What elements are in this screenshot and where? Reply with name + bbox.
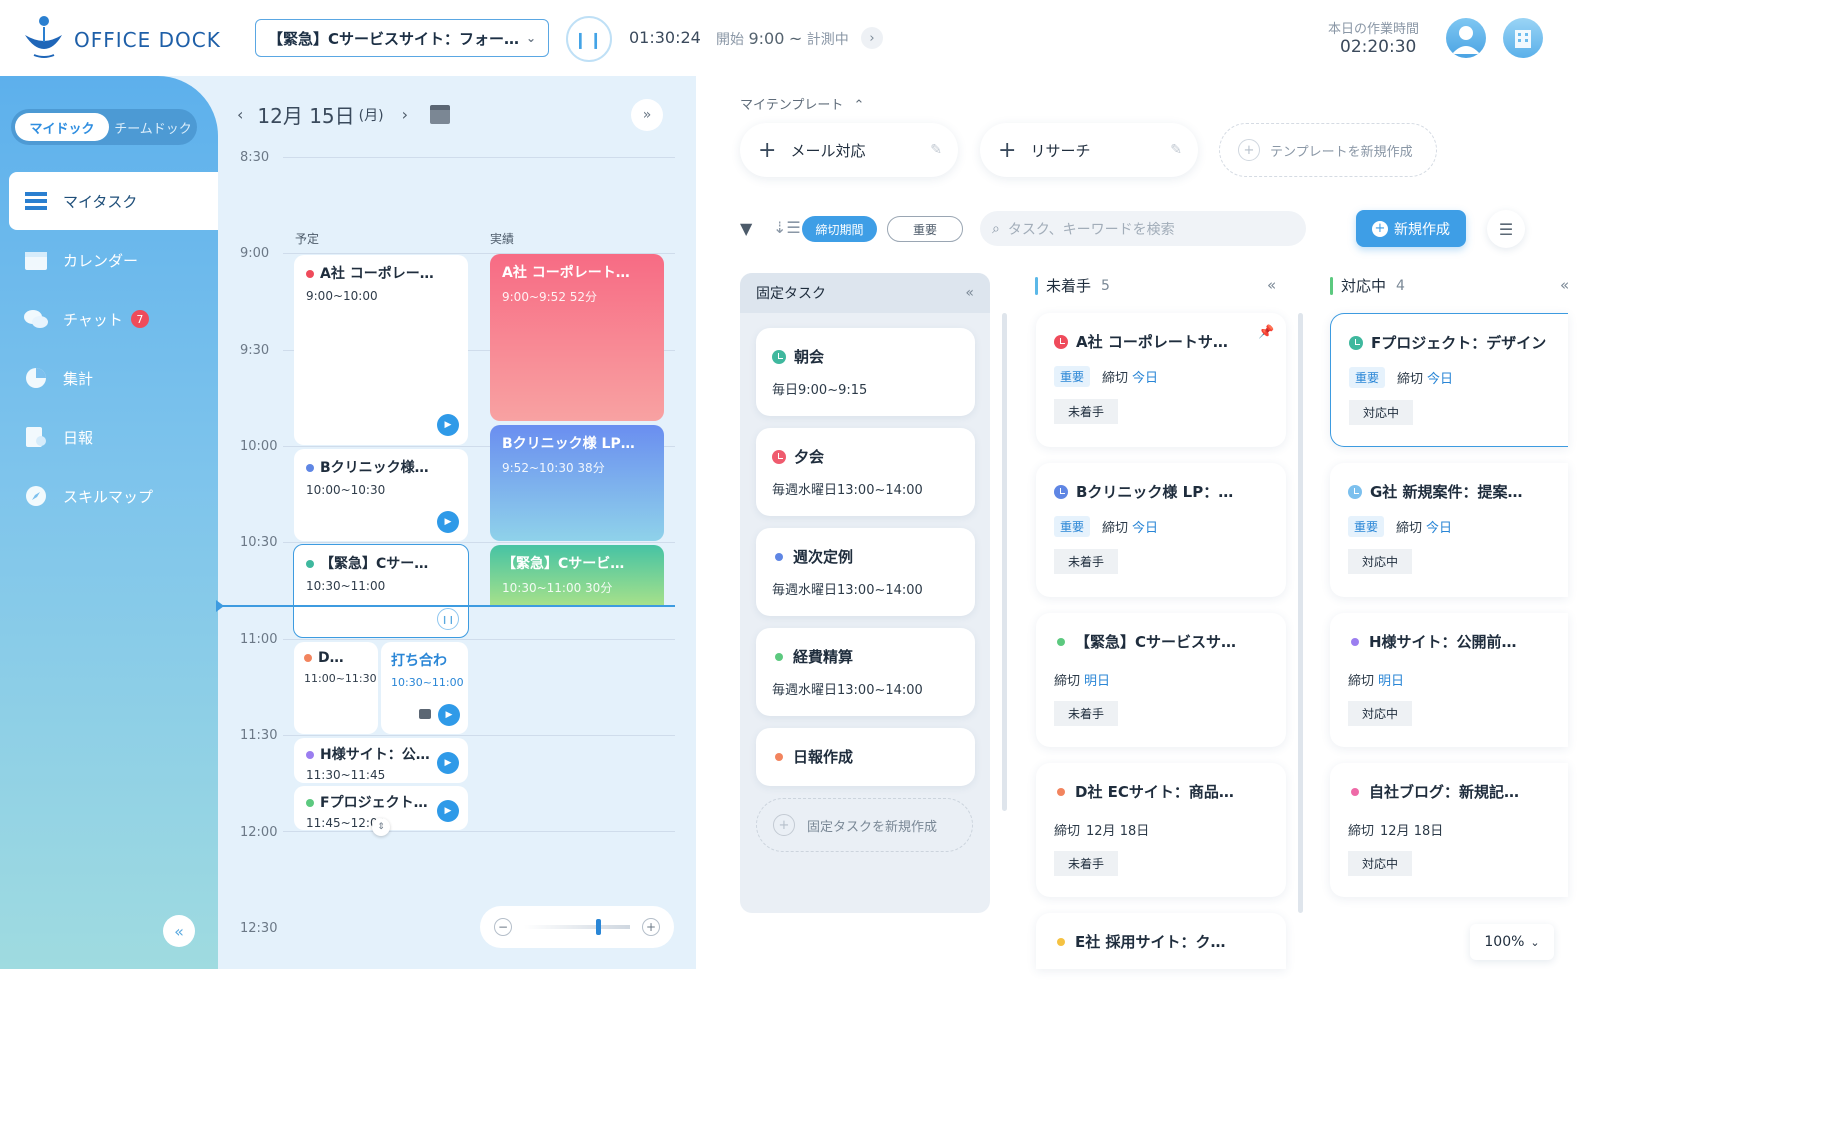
plan-event-time: 10:30~11:00: [391, 676, 464, 689]
pause-icon: ❙❙: [573, 29, 605, 49]
plus-icon[interactable]: +: [642, 918, 660, 936]
slider-handle[interactable]: [596, 919, 601, 935]
plan-event-title: Fプロジェクト…: [320, 795, 428, 811]
plan-event[interactable]: Bクリニック様… 10:00~10:30 ▶: [294, 449, 468, 541]
organization-icon[interactable]: [1503, 18, 1543, 58]
play-icon[interactable]: ▶: [437, 511, 459, 533]
time-label: 9:30: [240, 343, 270, 358]
current-task-label: 【緊急】Cサービスサイト：フォー…: [268, 29, 520, 48]
start-label: 開始: [716, 32, 744, 48]
actual-event-title: Bクリニック様 LP…: [502, 436, 635, 452]
plan-event-time: 10:30~11:00: [306, 579, 386, 593]
chevron-left-icon[interactable]: ‹: [237, 105, 243, 124]
plan-event-title: H様サイト：公…: [320, 747, 430, 763]
actual-column-header: 実績: [490, 232, 515, 246]
expand-calendar-button[interactable]: »: [631, 99, 663, 131]
chevron-right-icon[interactable]: ›: [861, 27, 883, 49]
time-label: 12:00: [240, 825, 278, 840]
actual-event-time: 9:52~10:30: [502, 461, 574, 475]
plan-event-time: 11:00~11:30: [304, 672, 377, 685]
color-dot: [306, 560, 314, 568]
worktime-value: 02:20:30: [1340, 37, 1417, 57]
weekday: (月): [358, 107, 384, 124]
actual-event-time: 10:30~11:00: [502, 581, 582, 595]
tilde: ~: [788, 29, 803, 48]
pause-icon[interactable]: ❙❙: [437, 608, 459, 630]
plan-column-header: 予定: [295, 232, 320, 246]
color-dot: [306, 799, 314, 807]
actual-event[interactable]: 【緊急】Cサービ… 10:30~11:00 30分: [490, 545, 664, 606]
time-label: 11:30: [240, 728, 278, 743]
time-label: 11:00: [240, 632, 278, 647]
plan-event-title: Bクリニック様…: [320, 460, 429, 476]
plan-event-title: A社 コーポレー…: [320, 266, 434, 282]
plan-event-meeting[interactable]: 打ち合わ 10:30~11:00 ▶: [381, 642, 468, 734]
calendar-content: ‹ 12月 15日 (月) › » 予定 実績 8:30 9:00 9:30 1…: [0, 0, 700, 969]
grid-line: [283, 639, 675, 640]
resize-handle-icon[interactable]: ⇕: [372, 818, 390, 836]
plan-event-active[interactable]: 【緊急】Cサー… 10:30~11:00 ❙❙: [293, 544, 469, 638]
date-navigator: ‹ 12月 15日 (月) ›: [237, 100, 451, 129]
chevron-right-icon[interactable]: ›: [402, 105, 408, 124]
plan-event-time: 9:00~10:00: [306, 289, 378, 303]
actual-event-title: 【緊急】Cサービ…: [502, 556, 625, 572]
actual-event-duration: 30分: [585, 581, 613, 595]
grid-line: [283, 831, 675, 832]
time-label: 10:30: [240, 535, 278, 550]
start-time: 9:00: [748, 29, 785, 48]
current-date: 12月 15日: [257, 104, 355, 128]
plan-event[interactable]: A社 コーポレー… 9:00~10:00 ▶: [294, 255, 468, 445]
app-header: OFFICE DOCK 【緊急】Cサービスサイト：フォー… ⌄ ❙❙ 01:30…: [0, 0, 1568, 76]
time-label: 8:30: [240, 150, 270, 165]
grid-line: [283, 157, 675, 158]
plan-event[interactable]: H様サイト：公… 11:30~11:45 ▶: [294, 738, 468, 783]
current-time-marker: [216, 600, 224, 612]
actual-event-time: 9:00~9:52: [502, 290, 566, 304]
time-label: 12:30: [240, 921, 278, 936]
measuring-label: 計測中: [806, 32, 849, 48]
logo-icon[interactable]: [22, 15, 64, 59]
avatar[interactable]: [1446, 18, 1486, 58]
play-icon[interactable]: ▶: [438, 704, 460, 726]
color-dot: [304, 654, 312, 662]
actual-event-duration: 38分: [577, 461, 605, 475]
color-dot: [306, 270, 314, 278]
play-icon[interactable]: ▶: [437, 800, 459, 822]
color-dot: [306, 751, 314, 759]
zoom-slider[interactable]: − +: [480, 906, 674, 948]
start-info: 開始 9:00 ~ 計測中: [716, 29, 849, 49]
grid-line: [283, 542, 675, 543]
actual-event[interactable]: A社 コーポレート… 9:00~9:52 52分: [490, 254, 664, 421]
plan-event[interactable]: D… 11:00~11:30: [294, 642, 378, 734]
color-dot: [306, 464, 314, 472]
calendar-icon[interactable]: [430, 105, 451, 124]
play-icon[interactable]: ▶: [437, 414, 459, 436]
pause-button[interactable]: ❙❙: [566, 16, 612, 62]
worktime-label: 本日の作業時間: [1328, 22, 1420, 37]
lock-icon: [419, 709, 431, 719]
time-label: 10:00: [240, 439, 278, 454]
actual-event[interactable]: Bクリニック様 LP… 9:52~10:30 38分: [490, 425, 664, 541]
plan-event-title: 打ち合わ: [391, 653, 447, 669]
plan-event-title: D…: [318, 650, 344, 666]
actual-event-duration: 52分: [569, 290, 598, 304]
plan-event-time: 11:30~11:45: [306, 768, 386, 782]
chevron-down-icon: ⌄: [525, 31, 536, 45]
elapsed-timer: 01:30:24: [629, 28, 701, 47]
current-time-line: [218, 605, 675, 607]
slider-track[interactable]: [524, 919, 630, 935]
play-icon[interactable]: ▶: [437, 752, 459, 774]
user-icon: [1452, 26, 1480, 54]
current-task-select[interactable]: 【緊急】Cサービスサイト：フォー… ⌄: [255, 19, 549, 57]
minus-icon[interactable]: −: [494, 918, 512, 936]
plan-event-title: 【緊急】Cサー…: [320, 556, 429, 572]
time-label: 9:00: [240, 246, 270, 261]
plan-event-time: 10:00~10:30: [306, 483, 386, 497]
double-chevron-right-icon: »: [642, 107, 652, 123]
grid-line: [283, 735, 675, 736]
logo-text[interactable]: OFFICE DOCK: [74, 28, 221, 52]
actual-event-title: A社 コーポレート…: [502, 265, 630, 281]
task-board: [696, 76, 1568, 969]
